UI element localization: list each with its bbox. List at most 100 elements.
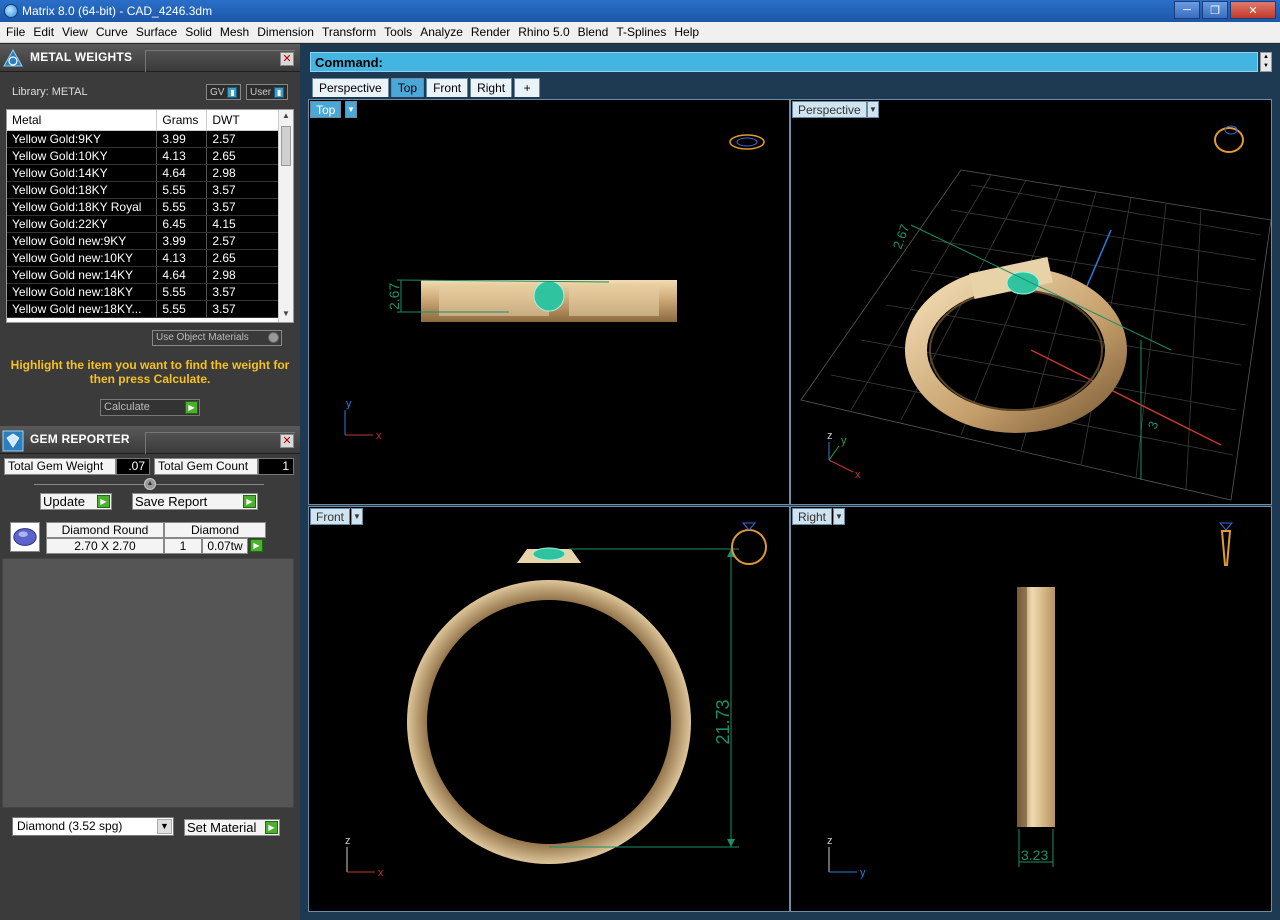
gem-size: 2.70 X 2.70 [46, 538, 164, 554]
tab-right[interactable]: Right [470, 78, 513, 97]
menu-help[interactable]: Help [670, 22, 703, 43]
svg-text:x: x [378, 867, 384, 879]
play-arrow-icon[interactable]: ▶ [250, 539, 263, 552]
update-label: Update [43, 494, 85, 509]
table-row[interactable]: Yellow Gold:9KY 3.99 2.57 [7, 130, 279, 148]
scroll-thumb[interactable] [281, 126, 291, 166]
command-scroll[interactable]: ▲ ▼ [1260, 52, 1272, 72]
menu-edit[interactable]: Edit [29, 22, 58, 43]
top-view-drawing: 2.67 y x [344, 134, 765, 442]
grams-cell: 5.55 [156, 198, 208, 216]
window-title: Matrix 8.0 (64-bit) - CAD_4246.3dm [22, 4, 213, 18]
close-icon[interactable]: ✕ [280, 434, 294, 448]
column-header-grams[interactable]: Grams [156, 110, 208, 131]
viewport-front[interactable]: Front ▼ 21.73 z x [308, 506, 790, 912]
table-row[interactable]: Yellow Gold new:9KY 3.99 2.57 [7, 232, 279, 250]
metal-name-cell: Yellow Gold new:9KY [7, 232, 158, 250]
grams-cell: 6.45 [156, 215, 208, 233]
menu-file[interactable]: File [2, 22, 29, 43]
play-arrow-icon: ▶ [97, 495, 110, 508]
menu-transform[interactable]: Transform [318, 22, 380, 43]
column-header-dwt[interactable]: DWT [206, 110, 279, 131]
menu-blend[interactable]: Blend [574, 22, 613, 43]
collapse-icon[interactable]: ▲ [144, 478, 156, 490]
dwt-cell: 3.57 [206, 283, 279, 301]
gv-toggle[interactable]: GV ▮ [206, 84, 242, 100]
gem-list-item[interactable]: Diamond Round Diamond 2.70 X 2.70 1 0.07… [8, 520, 270, 556]
gem-list-area [2, 558, 294, 808]
menu-mesh[interactable]: Mesh [216, 22, 253, 43]
total-gem-weight-value: .07 [116, 458, 150, 475]
user-toggle[interactable]: User ▮ [246, 84, 289, 100]
set-material-button[interactable]: Set Material ▶ [184, 819, 280, 836]
command-label: Command: [315, 55, 383, 70]
table-row[interactable]: Yellow Gold:18KY 5.55 3.57 [7, 181, 279, 199]
metal-name-cell: Yellow Gold new:18KY... [7, 300, 158, 318]
menu-tools[interactable]: Tools [380, 22, 416, 43]
menu-surface[interactable]: Surface [132, 22, 181, 43]
viewport-top[interactable]: Top ▼ 2.67 y x [308, 99, 790, 505]
material-select[interactable]: Diamond (3.52 spg) ▼ [12, 817, 174, 836]
dwt-cell: 2.57 [206, 130, 279, 148]
gem-stone [1006, 271, 1040, 295]
menu-curve[interactable]: Curve [92, 22, 132, 43]
use-object-materials-button[interactable]: Use Object Materials [152, 330, 282, 346]
panel-tab-edge [145, 432, 295, 454]
menu-analyze[interactable]: Analyze [416, 22, 467, 43]
metal-name-cell: Yellow Gold new:18KY [7, 283, 158, 301]
table-row[interactable]: Yellow Gold:14KY 4.64 2.98 [7, 164, 279, 182]
command-bar[interactable]: Command: [310, 52, 1258, 72]
viewport-right[interactable]: Right ▼ 3.23 z y [790, 506, 1272, 912]
axis-gizmo: z y [827, 835, 866, 879]
metal-table-scrollbar[interactable]: ▲ ▼ [278, 110, 293, 322]
svg-text:z: z [345, 835, 351, 847]
table-row[interactable]: Yellow Gold new:10KY 4.13 2.65 [7, 249, 279, 267]
tab-top[interactable]: Top [390, 78, 425, 97]
table-row[interactable]: Yellow Gold:22KY 6.45 4.15 [7, 215, 279, 233]
viewport-perspective[interactable]: Perspective ▼ 2.67 3 z y x [790, 99, 1272, 505]
dwt-cell: 2.98 [206, 266, 279, 284]
axis-gizmo: z x [345, 835, 384, 879]
maximize-icon[interactable]: ❐ [1202, 1, 1228, 19]
table-row[interactable]: Yellow Gold:10KY 4.13 2.65 [7, 147, 279, 165]
dwt-cell: 2.57 [206, 232, 279, 250]
menu-view[interactable]: View [58, 22, 92, 43]
metal-name-cell: Yellow Gold new:14KY [7, 266, 158, 284]
tab-front[interactable]: Front [426, 78, 469, 97]
column-header-metal[interactable]: Metal [7, 110, 158, 131]
close-icon[interactable]: ✕ [280, 52, 294, 66]
menu-dimension[interactable]: Dimension [253, 22, 318, 43]
total-gem-count-value: 1 [258, 458, 294, 475]
save-report-button[interactable]: Save Report ▶ [132, 493, 258, 510]
scroll-down-icon[interactable]: ▼ [281, 309, 291, 321]
dimension-label: 21.73 [713, 699, 733, 744]
table-row[interactable]: Yellow Gold new:18KY 5.55 3.57 [7, 283, 279, 301]
menu-render[interactable]: Render [467, 22, 514, 43]
update-button[interactable]: Update ▶ [40, 493, 112, 510]
library-label: Library: METAL [12, 86, 88, 98]
dwt-cell: 3.57 [206, 181, 279, 199]
close-icon[interactable]: ✕ [1230, 1, 1276, 19]
tab-perspective[interactable]: Perspective [312, 78, 389, 97]
command-input[interactable] [391, 55, 1251, 70]
menu-rhino[interactable]: Rhino 5.0 [514, 22, 573, 43]
menu-solid[interactable]: Solid [181, 22, 216, 43]
minimize-icon[interactable]: ─ [1174, 1, 1200, 19]
ring-thumbnail-icon [1218, 522, 1234, 566]
gem-count: 1 [164, 538, 202, 554]
gem-shape: Diamond Round [46, 522, 164, 538]
scroll-up-icon[interactable]: ▲ [281, 111, 291, 123]
calculate-button[interactable]: Calculate ▶ [100, 399, 200, 416]
table-row[interactable]: Yellow Gold:18KY Royal 5.55 3.57 [7, 198, 279, 216]
table-row[interactable]: Yellow Gold new:18KY... 5.55 3.57 [7, 300, 279, 318]
metal-name-cell: Yellow Gold:18KY Royal [7, 198, 158, 216]
round-diamond-icon [10, 522, 40, 552]
dimension-label: 2.67 [890, 222, 913, 251]
metal-weights-title: METAL WEIGHTS [30, 50, 133, 64]
grams-cell: 5.55 [156, 283, 208, 301]
add-tab-icon[interactable]: + [514, 78, 541, 97]
menu-tsplines[interactable]: T-Splines [612, 22, 670, 43]
chevron-down-icon[interactable]: ▼ [157, 819, 172, 834]
table-row[interactable]: Yellow Gold new:14KY 4.64 2.98 [7, 266, 279, 284]
metal-weights-header: METAL WEIGHTS ✕ [0, 44, 300, 72]
